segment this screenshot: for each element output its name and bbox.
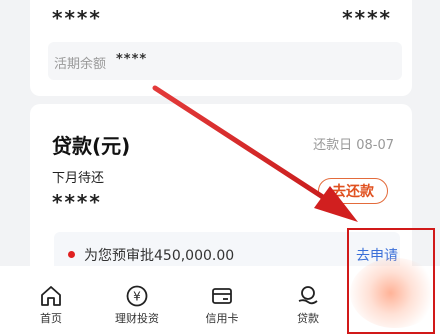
annotation-arrow (152, 85, 358, 222)
